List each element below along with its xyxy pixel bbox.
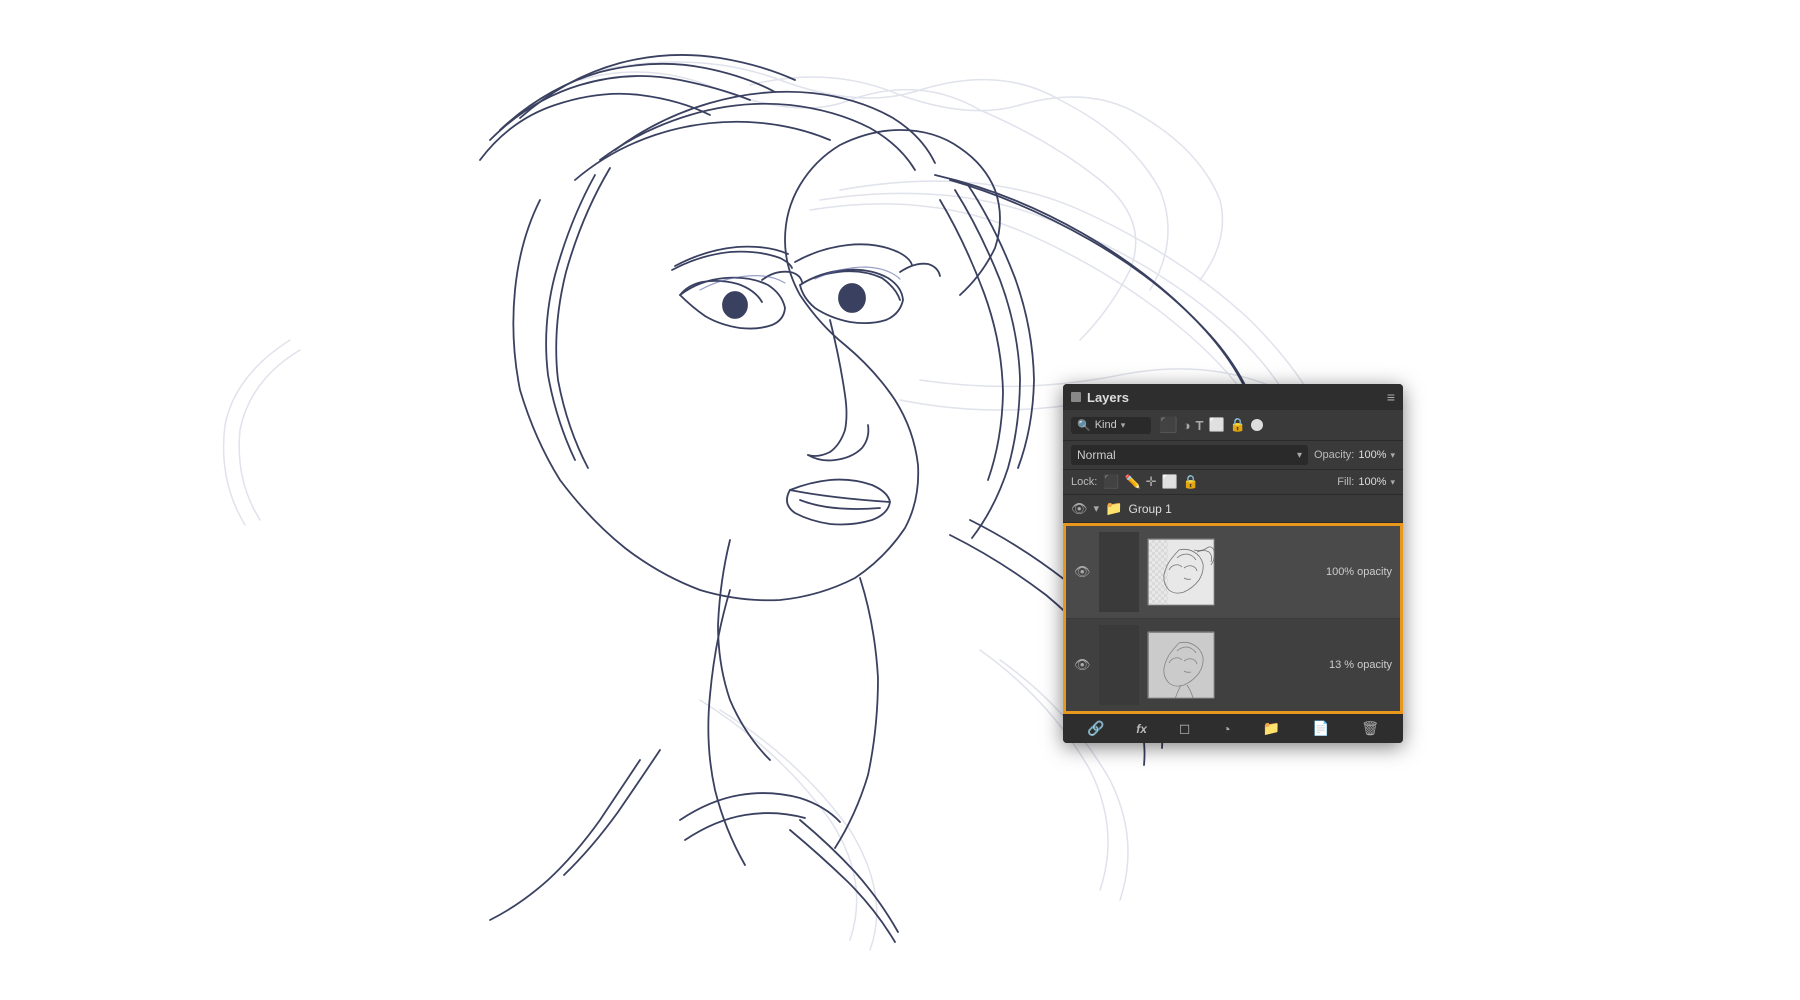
lock-label: Lock: xyxy=(1071,476,1097,488)
fx-icon[interactable]: fx xyxy=(1136,722,1147,736)
layer2-opacity-label: 13 % opacity xyxy=(1329,659,1392,671)
filter-search[interactable]: 🔍 Kind ▾ xyxy=(1071,417,1151,434)
group-visibility-icon[interactable]: 👁 xyxy=(1071,501,1088,517)
group-collapse-arrow[interactable]: ▾ xyxy=(1094,502,1100,515)
lock-move-icon[interactable]: ✛ xyxy=(1146,474,1157,490)
sketch-svg xyxy=(0,0,1800,1000)
fill-arrow: ▾ xyxy=(1390,477,1395,488)
close-button[interactable] xyxy=(1071,392,1081,402)
fill-value[interactable]: 100% xyxy=(1358,476,1386,488)
link-icon[interactable]: 🔗 xyxy=(1087,720,1104,737)
circle-filter-icon[interactable] xyxy=(1251,419,1263,431)
group-name[interactable]: Group 1 xyxy=(1128,502,1171,516)
new-group-icon[interactable]: 📁 xyxy=(1263,720,1280,737)
fill-label: Fill: xyxy=(1337,476,1354,488)
layer1-visibility-icon[interactable]: 👁 xyxy=(1074,564,1091,580)
canvas-area xyxy=(0,0,1800,1000)
layer-row[interactable]: 👁 xyxy=(1066,526,1400,618)
layer1-mask-area xyxy=(1099,532,1139,612)
kind-label: Kind xyxy=(1095,419,1117,431)
opacity-arrow: ▾ xyxy=(1390,450,1395,461)
shape-filter-icon[interactable]: ⬜ xyxy=(1209,417,1225,433)
blend-mode-value: Normal xyxy=(1077,448,1116,462)
layer2-thumbnail xyxy=(1147,631,1215,699)
lock-row: Lock: ⬛ ✏️ ✛ ⬜ 🔒 Fill: 100% ▾ xyxy=(1063,470,1403,495)
panel-titlebar: Layers ≡ xyxy=(1063,384,1403,410)
lock-pixels-icon[interactable]: ⬛ xyxy=(1103,474,1119,490)
pixel-filter-icon[interactable]: ⬛ xyxy=(1159,416,1178,434)
filter-icons: ⬛ ◑ T ⬜ 🔒 xyxy=(1159,416,1263,434)
delete-icon[interactable]: 🗑 xyxy=(1361,720,1379,737)
lock-icons: ⬛ ✏️ ✛ ⬜ 🔒 xyxy=(1103,474,1199,490)
layer2-thumb-sketch xyxy=(1149,633,1215,699)
layer1-thumb-sketch xyxy=(1149,540,1215,606)
layers-content: 👁 xyxy=(1063,523,1403,714)
panel-title: Layers xyxy=(1087,390,1129,405)
lock-all-icon[interactable]: 🔒 xyxy=(1183,474,1199,490)
lock-artboard-icon[interactable]: ⬜ xyxy=(1162,474,1178,490)
layer-row[interactable]: 👁 xyxy=(1066,618,1400,711)
opacity-label: Opacity: xyxy=(1314,449,1354,461)
titlebar-left: Layers xyxy=(1071,390,1129,405)
layers-panel: Layers ≡ 🔍 Kind ▾ ⬛ ◑ T ⬜ 🔒 Normal ▾ Opa… xyxy=(1063,384,1403,743)
lock-filter-icon[interactable]: 🔒 xyxy=(1230,417,1246,433)
panel-menu-icon[interactable]: ≡ xyxy=(1387,389,1395,405)
adjust-filter-icon[interactable]: ◑ xyxy=(1183,418,1191,433)
mask-icon[interactable]: ◔ xyxy=(1222,721,1230,737)
blend-mode-dropdown[interactable]: Normal ▾ xyxy=(1071,445,1308,465)
kind-dropdown-arrow: ▾ xyxy=(1121,420,1126,431)
layer1-thumbnail xyxy=(1147,538,1215,606)
panel-bottom: 🔗 fx ◻ ◔ 📁 📄 🗑 xyxy=(1063,714,1403,743)
opacity-value[interactable]: 100% xyxy=(1358,449,1386,461)
blend-mode-row: Normal ▾ Opacity: 100% ▾ xyxy=(1063,441,1403,470)
type-filter-icon[interactable]: T xyxy=(1196,418,1204,433)
layer2-mask-area xyxy=(1099,625,1139,705)
new-layer-icon[interactable]: 📄 xyxy=(1312,720,1329,737)
search-icon: 🔍 xyxy=(1077,419,1091,432)
opacity-section: Opacity: 100% ▾ xyxy=(1314,449,1395,461)
layer1-opacity-label: 100% opacity xyxy=(1326,566,1392,578)
filter-row: 🔍 Kind ▾ ⬛ ◑ T ⬜ 🔒 xyxy=(1063,410,1403,441)
group-row: 👁 ▾ 📁 Group 1 xyxy=(1063,495,1403,523)
group-folder-icon: 📁 xyxy=(1105,500,1122,517)
lock-paint-icon[interactable]: ✏️ xyxy=(1124,474,1140,490)
blend-dropdown-arrow: ▾ xyxy=(1297,450,1302,461)
fill-section: Fill: 100% ▾ xyxy=(1337,476,1395,488)
layer2-visibility-icon[interactable]: 👁 xyxy=(1074,657,1091,673)
adjustment-icon[interactable]: ◻ xyxy=(1179,720,1191,737)
